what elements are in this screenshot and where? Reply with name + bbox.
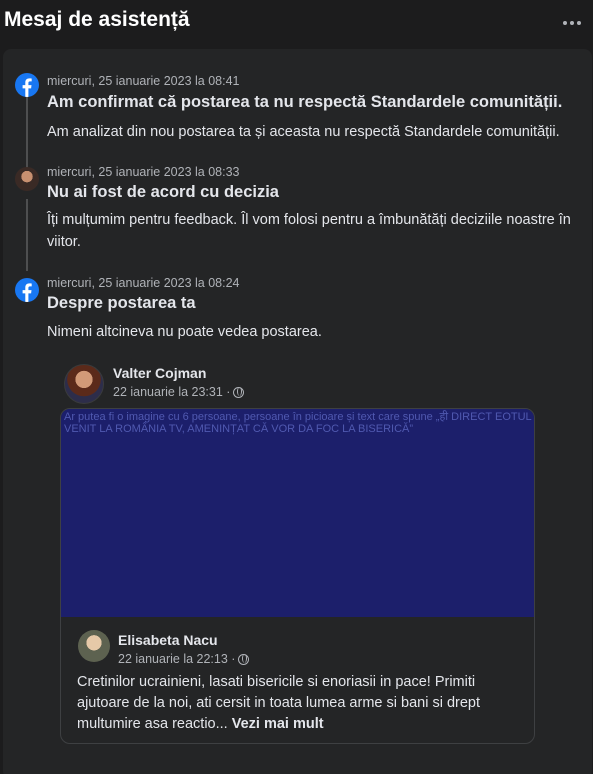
timestamp: miercuri, 25 ianuarie 2023 la 08:33 (47, 165, 240, 179)
entry-title: Despre postarea ta (47, 294, 196, 312)
shared-post-meta: 22 ianuarie la 22:13 · (118, 652, 250, 666)
shared-post-date[interactable]: 22 ianuarie la 22:13 · (118, 652, 235, 666)
facebook-icon (15, 73, 39, 97)
more-options-icon[interactable] (559, 10, 585, 36)
support-message-panel: miercuri, 25 ianuarie 2023 la 08:41 Am c… (3, 49, 592, 774)
see-more-link[interactable]: Vezi mai mult (232, 716, 324, 732)
shared-author-name[interactable]: Elisabeta Nacu (118, 632, 218, 648)
timestamp: miercuri, 25 ianuarie 2023 la 08:41 (47, 74, 240, 88)
shared-post[interactable]: Ar putea fi o imagine cu 6 persoane, per… (60, 408, 535, 744)
globe-icon (233, 386, 245, 398)
post-date[interactable]: 22 ianuarie la 23:31 · (113, 385, 230, 399)
reported-post: Valter Cojman 22 ianuarie la 23:31 · Ar … (60, 358, 535, 744)
timestamp: miercuri, 25 ianuarie 2023 la 08:24 (47, 276, 240, 290)
page-title: Mesaj de asistență (4, 8, 190, 31)
entry-body: Îți mulțumim pentru feedback. Îl vom fol… (47, 212, 571, 250)
globe-icon (238, 653, 250, 665)
image-alt-text: Ar putea fi o imagine cu 6 persoane, per… (64, 411, 532, 435)
entry-title: Am confirmat că postarea ta nu respectă … (47, 93, 563, 111)
post-meta: 22 ianuarie la 23:31 · (113, 385, 245, 399)
shared-author-avatar[interactable] (78, 630, 110, 662)
shared-post-text: Cretinilor ucrainieni, lasati bisericile… (77, 672, 529, 735)
post-author-name[interactable]: Valter Cojman (113, 365, 206, 381)
entry-title: Nu ai fost de acord cu decizia (47, 183, 279, 201)
entry-body: Am analizat din nou postarea ta și aceas… (47, 124, 560, 140)
post-image[interactable]: Ar putea fi o imagine cu 6 persoane, per… (61, 409, 534, 617)
timeline-connector (26, 199, 28, 271)
post-author-avatar[interactable] (64, 364, 104, 404)
timeline-connector (26, 95, 28, 175)
page-header: Mesaj de asistență (0, 0, 593, 46)
facebook-icon (15, 278, 39, 302)
user-avatar (15, 167, 39, 191)
entry-body: Nimeni altcineva nu poate vedea postarea… (47, 324, 322, 340)
